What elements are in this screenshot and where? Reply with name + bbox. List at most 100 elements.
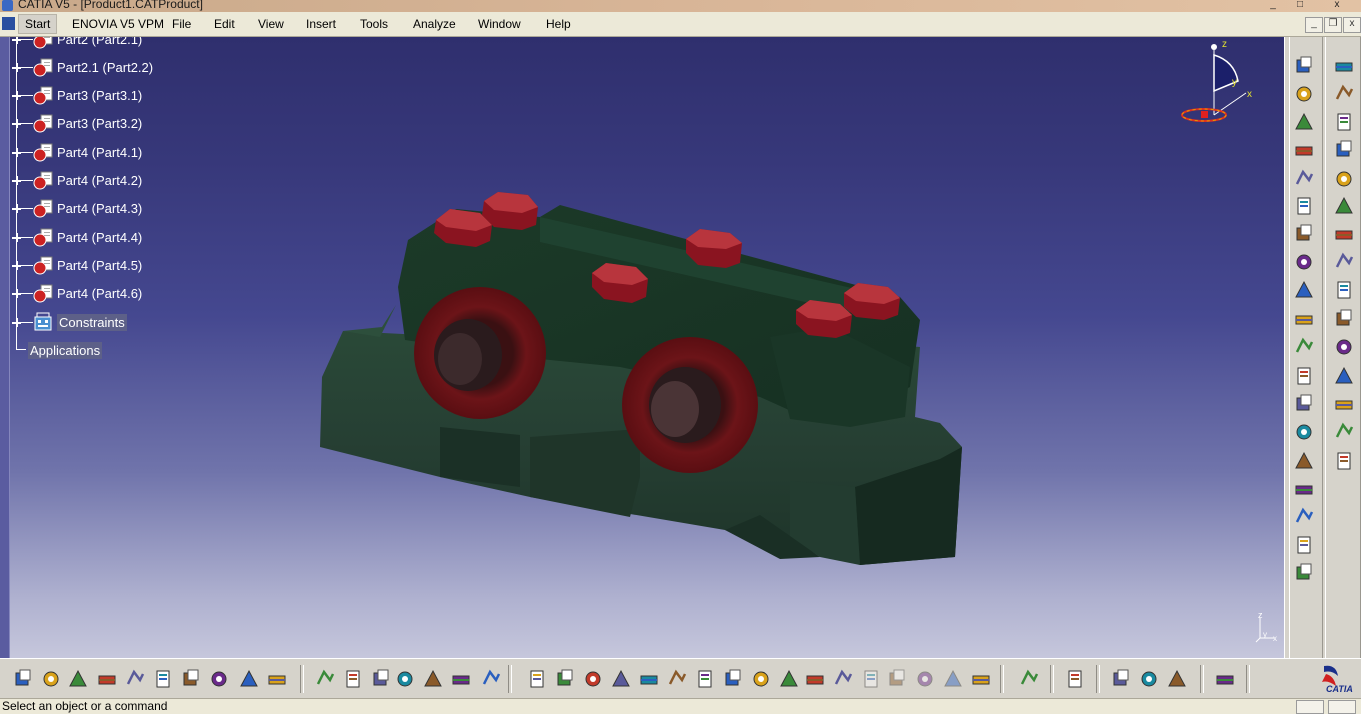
pan-icon[interactable] [582,668,604,690]
reorder-icon[interactable] [1333,421,1355,443]
knowledge-icon[interactable] [342,668,364,690]
undo-icon[interactable] [208,668,230,690]
scene-icon[interactable] [1293,393,1315,415]
cut-icon[interactable] [124,668,146,690]
menu-file[interactable]: File [172,17,191,31]
3d-plane-icon[interactable] [1214,668,1236,690]
constraint-icon[interactable] [1293,279,1315,301]
compass-gear-icon[interactable] [1333,168,1355,190]
mini-axis-y: y [1263,630,1267,639]
bottom-toolbar: CATIA [0,658,1361,699]
specs-icon[interactable] [480,668,502,690]
properties-icon[interactable] [1333,195,1355,217]
mechanical-icon[interactable] [1333,251,1355,273]
tree-icon[interactable] [422,668,444,690]
new-icon[interactable] [12,668,34,690]
sketch-icon[interactable] [1333,279,1355,301]
catia-menu-icon[interactable] [2,17,15,30]
print-icon[interactable] [96,668,118,690]
whats-this-icon[interactable] [266,668,288,690]
formula-icon[interactable] [314,668,336,690]
product-icon[interactable] [1333,55,1355,77]
part-icon[interactable] [1333,111,1355,133]
report-icon[interactable] [1333,450,1355,472]
fit-all-icon[interactable] [554,668,576,690]
annotation-icon[interactable] [1333,365,1355,387]
menu-tools[interactable]: Tools [360,17,388,31]
doc-close-button[interactable]: x [1343,17,1361,33]
menu-help[interactable]: Help [546,17,571,31]
doc-minimize-button[interactable]: _ [1305,17,1323,33]
layout-icon[interactable] [1333,393,1355,415]
hide-show-icon[interactable] [804,668,826,690]
close-button[interactable]: x [1327,0,1347,11]
toolbar-separator [1200,665,1204,693]
minimize-button[interactable]: _ [1263,0,1283,11]
scene-icon[interactable] [1018,668,1040,690]
redo-disabled-icon[interactable] [886,668,908,690]
bottle-icon[interactable] [1138,668,1160,690]
swap-visible-icon[interactable] [832,668,854,690]
menu-window[interactable]: Window [478,17,521,31]
rotate-icon[interactable] [610,668,632,690]
save-icon[interactable] [67,668,89,690]
existing-component-icon[interactable] [1293,478,1315,500]
redo-icon[interactable] [238,668,260,690]
menu-enovia[interactable]: ENOVIA V5 VPM [72,17,164,31]
graph-tree-icon[interactable] [1293,534,1315,556]
menu-start[interactable]: Start [18,14,58,34]
normal-view-icon[interactable] [694,668,716,690]
copy-icon[interactable] [152,668,174,690]
multi-instantiation-icon[interactable] [1293,562,1315,584]
zoom-out-icon[interactable] [666,668,688,690]
explode-disabled-icon[interactable] [860,668,882,690]
distance-icon[interactable] [1064,668,1086,690]
new-component-icon[interactable] [1293,450,1315,472]
open-icon[interactable] [40,668,62,690]
maximize-button[interactable]: □ [1290,0,1310,11]
sectioning-icon[interactable] [1293,195,1315,217]
measure-icon[interactable] [1293,223,1315,245]
wear-icon[interactable] [1110,668,1132,690]
doc-restore-button[interactable]: ❐ [1324,17,1342,33]
compass-x-label: x [1247,89,1252,100]
text-icon[interactable] [1333,336,1355,358]
paste-icon[interactable] [180,668,202,690]
status-field-1[interactable] [1296,700,1324,714]
replace-icon[interactable] [1293,506,1315,528]
menu-insert[interactable]: Insert [306,17,336,31]
multi-view-icon[interactable] [722,668,744,690]
camera-icon[interactable] [970,668,992,690]
clash-icon[interactable] [1293,168,1315,190]
explode-icon[interactable] [1293,83,1315,105]
menu-edit[interactable]: Edit [214,17,235,31]
zoom-in-icon[interactable] [638,668,660,690]
iso-view-icon[interactable] [750,668,772,690]
publication-icon[interactable] [1293,365,1315,387]
fly-icon[interactable] [526,668,548,690]
snap-icon[interactable] [1293,139,1315,161]
fix-component-icon[interactable] [1293,55,1315,77]
analyze-icon[interactable] [1333,308,1355,330]
catalog-icon[interactable] [1293,308,1315,330]
select-arrow-icon[interactable] [1333,139,1355,161]
tool-1-disabled-icon[interactable] [914,668,936,690]
status-field-2[interactable] [1328,700,1356,714]
compass[interactable]: z y x [1176,37,1260,129]
save-management-icon[interactable] [1293,421,1315,443]
manipulate-icon[interactable] [1293,111,1315,133]
assembly-model[interactable] [0,37,1284,658]
component-icon[interactable] [1333,83,1355,105]
move-icon[interactable] [1293,251,1315,273]
bill-of-material-icon[interactable] [1293,336,1315,358]
link-icon[interactable] [370,668,392,690]
table-icon[interactable] [394,668,416,690]
update-icon[interactable] [1333,223,1355,245]
menu-view[interactable]: View [258,17,284,31]
shading-icon[interactable] [778,668,800,690]
sphere-icon[interactable] [1166,668,1188,690]
menu-analyze[interactable]: Analyze [413,17,456,31]
tool-2-disabled-icon[interactable] [942,668,964,690]
3d-viewport[interactable]: Part2 (Part2.1) Part2.1 (Part2.2) Part3 … [0,37,1284,658]
lock-icon[interactable] [450,668,472,690]
